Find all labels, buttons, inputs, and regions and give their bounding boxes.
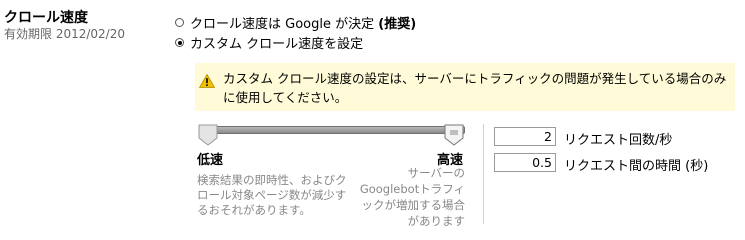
radio-option-custom[interactable]: カスタム クロール速度を設定 bbox=[175, 33, 363, 52]
slider-low-label: 低速 bbox=[197, 153, 224, 168]
requests-per-second-input[interactable] bbox=[494, 127, 556, 146]
radio-custom[interactable] bbox=[175, 38, 184, 47]
warning-box: カスタム クロール速度の設定は、サーバーにトラフィックの問題が発生している場合の… bbox=[195, 63, 735, 111]
warning-icon bbox=[199, 74, 215, 88]
radio-google[interactable] bbox=[175, 18, 184, 27]
radio-google-label: クロール速度は Google が決定 bbox=[190, 17, 375, 32]
warning-text: カスタム クロール速度の設定は、サーバーにトラフィックの問題が発生している場合の… bbox=[223, 71, 727, 105]
expiry-date: 有効期限 2012/02/20 bbox=[4, 27, 125, 41]
radio-option-google[interactable]: クロール速度は Google が決定 (推奨) bbox=[175, 13, 416, 32]
seconds-between-requests-input[interactable] bbox=[494, 153, 556, 172]
seconds-between-requests-label: リクエスト間の時間 (秒) bbox=[564, 159, 709, 174]
requests-per-second-label: リクエスト回数/秒 bbox=[564, 133, 673, 148]
slider-high-description: サーバーの Googlebotトラフィックが増加する場合があります bbox=[359, 166, 465, 228]
crawl-rate-slider-track[interactable] bbox=[199, 126, 465, 134]
recommended-label: (推奨) bbox=[378, 17, 417, 32]
radio-custom-label: カスタム クロール速度を設定 bbox=[190, 37, 364, 52]
section-title: クロール速度 bbox=[4, 10, 88, 26]
slider-min-marker bbox=[198, 124, 218, 146]
slider-handle[interactable] bbox=[444, 124, 464, 146]
slider-low-description: 検索結果の即時性、およびクロール対象ページ数が減少するおそれがあります。 bbox=[197, 173, 347, 217]
divider bbox=[483, 124, 484, 224]
